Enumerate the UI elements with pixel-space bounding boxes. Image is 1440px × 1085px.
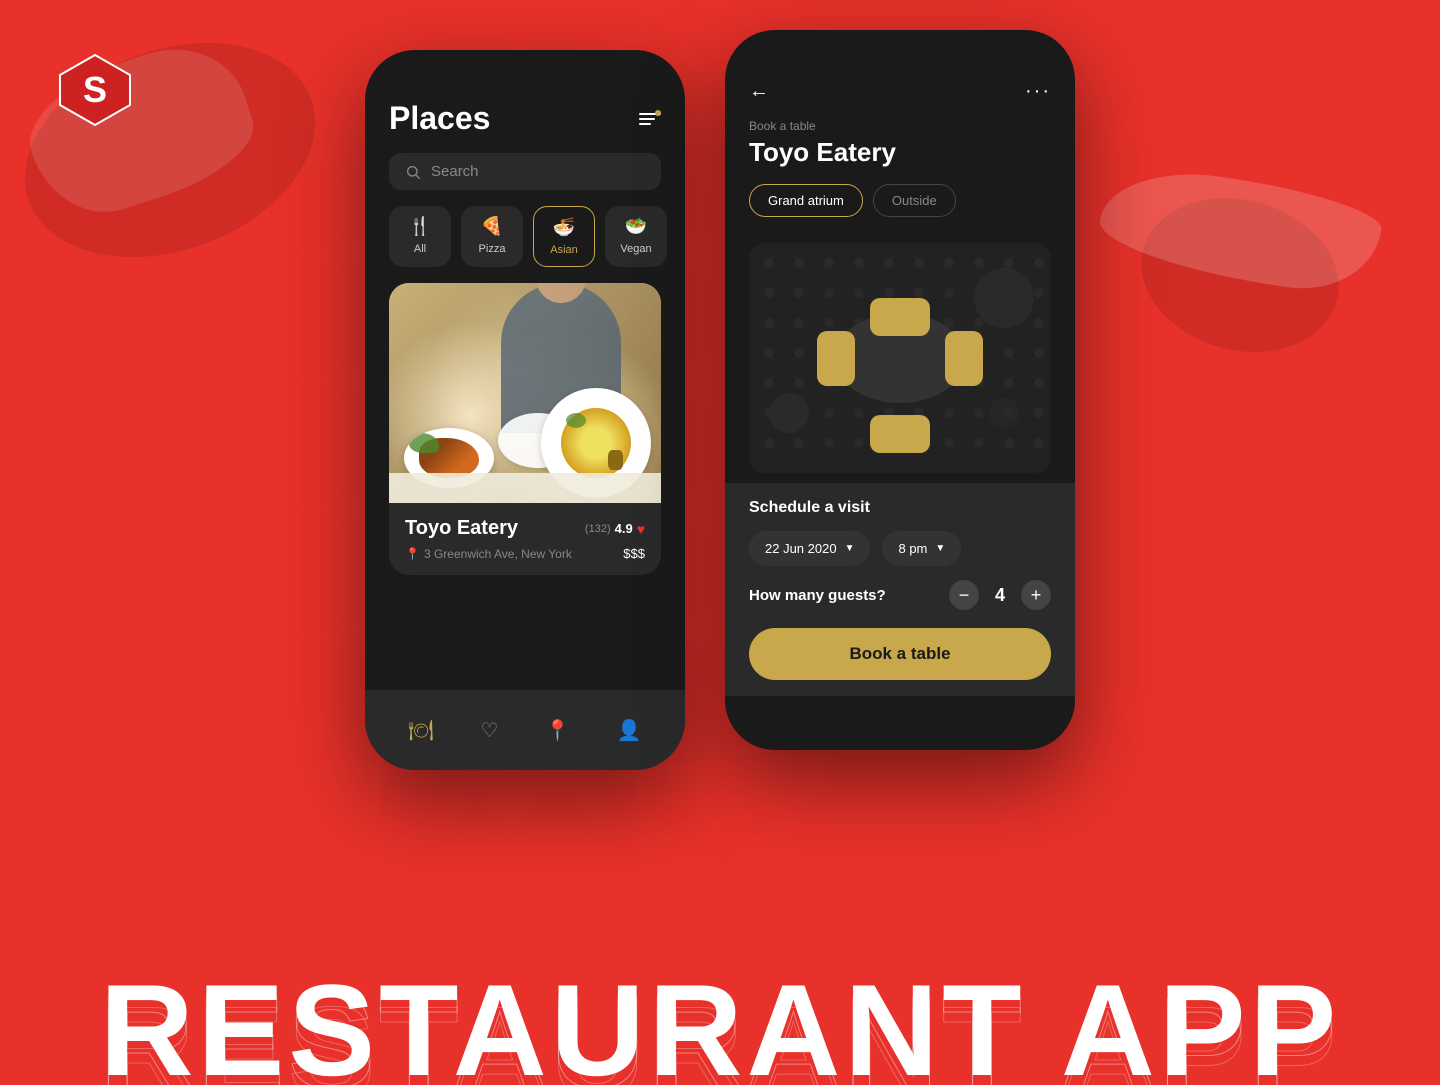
book-subtitle: Book a table [725, 119, 1075, 133]
more-options-icon[interactable]: ··· [1025, 80, 1051, 103]
price-value: $$$ [623, 546, 645, 561]
phone-2-booking: ← ··· Book a table Toyo Eatery Grand atr… [725, 30, 1075, 750]
heart-nav-icon: ♡ [480, 718, 498, 743]
schedule-title: Schedule a visit [749, 499, 1051, 517]
profile-nav-icon: 👤 [617, 718, 642, 743]
location-pin-icon: 📍 [405, 547, 420, 561]
tab-grand-atrium[interactable]: Grand atrium [749, 184, 863, 217]
tab-outside-label: Outside [892, 193, 937, 208]
time-dropdown-icon: ▼ [935, 543, 945, 554]
nav-home[interactable]: 🍽 [400, 710, 441, 751]
time-value: 8 pm [898, 541, 927, 556]
bottom-nav: 🍽 ♡ 📍 👤 [365, 690, 685, 770]
category-asian[interactable]: 🍜 Asian [533, 206, 595, 267]
table-visualization [749, 243, 1051, 473]
guests-control: − 4 + [949, 580, 1051, 610]
all-icon: 🍴 [409, 216, 431, 237]
rating-number: 4.9 [615, 521, 633, 536]
restaurant-card[interactable]: Toyo Eatery (132) 4.9 ♥ 📍 3 Greenwich Av… [389, 283, 661, 575]
bottom-title-wrapper: RESTAURANT APP [0, 815, 1440, 1085]
guests-label: How many guests? [749, 587, 886, 604]
asian-icon: 🍜 [553, 217, 575, 238]
price-tag: $$$ [623, 546, 645, 561]
logo: S [55, 50, 135, 135]
nav-favorites[interactable]: ♡ [472, 710, 506, 751]
bottom-title: RESTAURANT APP [100, 975, 1340, 1085]
category-pizza[interactable]: 🍕 Pizza [461, 206, 523, 267]
date-dropdown-icon: ▼ [845, 543, 855, 554]
categories-row: 🍴 All 🍕 Pizza 🍜 Asian 🥗 Vegan [365, 206, 685, 283]
places-title: Places [389, 100, 490, 137]
tab-grand-atrium-label: Grand atrium [768, 193, 844, 208]
search-bar[interactable]: Search [389, 153, 661, 190]
category-pizza-label: Pizza [479, 243, 506, 255]
book-table-button[interactable]: Book a table [749, 628, 1051, 680]
location-nav-icon: 📍 [545, 718, 570, 743]
schedule-section: Schedule a visit 22 Jun 2020 ▼ 8 pm ▼ Ho… [725, 483, 1075, 696]
nav-profile[interactable]: 👤 [609, 710, 650, 751]
phone-1-places: Places Search 🍴 [365, 50, 685, 770]
reviews-count: (132) [585, 523, 611, 535]
increment-guests-button[interactable]: + [1021, 580, 1051, 610]
home-icon: 🍽 [408, 718, 433, 743]
date-picker[interactable]: 22 Jun 2020 ▼ [749, 531, 870, 566]
decrement-guests-button[interactable]: − [949, 580, 979, 610]
heart-icon[interactable]: ♥ [637, 521, 645, 537]
card-image [389, 283, 661, 503]
pizza-icon: 🍕 [481, 216, 503, 237]
date-value: 22 Jun 2020 [765, 541, 837, 556]
tab-outside[interactable]: Outside [873, 184, 956, 217]
guests-row: How many guests? − 4 + [749, 580, 1051, 610]
search-placeholder: Search [431, 163, 479, 180]
restaurant-name: Toyo Eatery [405, 517, 518, 540]
rating-area: (132) 4.9 ♥ [585, 521, 645, 537]
search-icon [405, 164, 421, 180]
svg-text:S: S [83, 69, 107, 110]
phones-container: Places Search 🍴 [365, 30, 1075, 770]
category-vegan-label: Vegan [620, 243, 651, 255]
category-vegan[interactable]: 🥗 Vegan [605, 206, 667, 267]
location-text: 3 Greenwich Ave, New York [424, 547, 572, 561]
back-button[interactable]: ← [749, 80, 769, 103]
schedule-row: 22 Jun 2020 ▼ 8 pm ▼ [749, 531, 1051, 566]
category-asian-label: Asian [550, 244, 578, 256]
guests-count: 4 [995, 585, 1005, 606]
book-title: Toyo Eatery [725, 137, 1075, 168]
category-all[interactable]: 🍴 All [389, 206, 451, 267]
nav-location[interactable]: 📍 [537, 710, 578, 751]
filter-icon[interactable] [639, 113, 661, 125]
vegan-icon: 🥗 [625, 216, 647, 237]
section-tabs: Grand atrium Outside [725, 184, 1075, 233]
category-all-label: All [414, 243, 426, 255]
time-picker[interactable]: 8 pm ▼ [882, 531, 961, 566]
